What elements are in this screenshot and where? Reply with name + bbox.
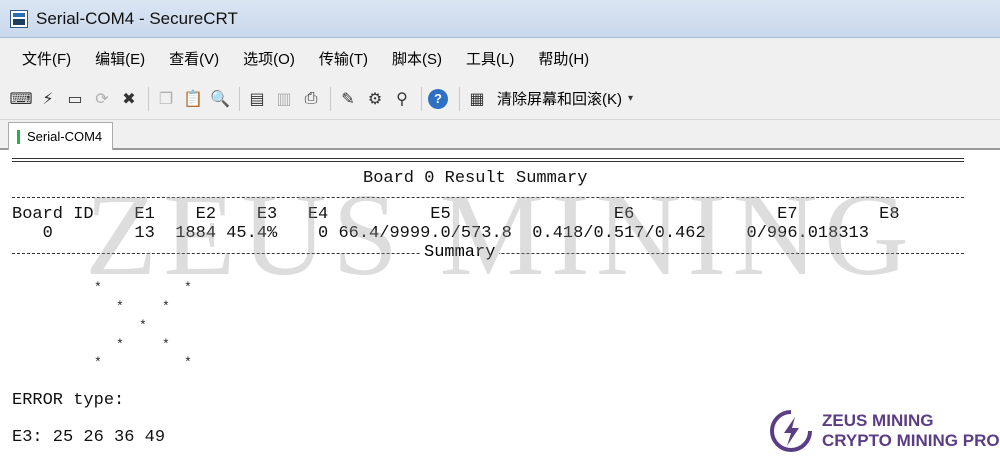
board-result-title: Board 0 Result Summary <box>363 169 588 188</box>
asterisk: * <box>139 318 147 333</box>
menu-file[interactable]: 文件(F) <box>22 48 71 69</box>
asterisk: * <box>94 280 102 295</box>
asterisk: * <box>184 355 192 370</box>
print-selection-icon[interactable]: ▥ <box>273 88 295 110</box>
menu-edit[interactable]: 编辑(E) <box>95 48 145 69</box>
menu-script[interactable]: 脚本(S) <box>392 48 442 69</box>
connection-status-icon <box>17 129 20 144</box>
clear-screen-icon[interactable]: ▦ <box>466 88 488 110</box>
tab-bar: Serial-COM4 <box>0 120 1000 150</box>
session-options-icon[interactable]: ✎ <box>337 88 359 110</box>
summary-label: Summary <box>420 243 500 263</box>
menu-tools[interactable]: 工具(L) <box>466 48 514 69</box>
paste-icon[interactable]: 📋 <box>182 88 204 110</box>
dash-rule <box>12 197 964 198</box>
asterisk: * <box>162 337 170 352</box>
print-icon[interactable]: ⎙ <box>300 88 322 110</box>
toolbar-separator <box>459 86 460 111</box>
clear-screen-button[interactable]: 清除屏幕和回滚(K) <box>497 88 622 109</box>
toolbar-separator <box>148 86 149 111</box>
brand-name: ZEUS MINING <box>822 411 934 430</box>
securecrt-app-icon <box>10 9 28 28</box>
help-icon[interactable]: ? <box>428 88 448 109</box>
error-codes: E3: 25 26 36 49 <box>12 428 166 447</box>
menu-help[interactable]: 帮助(H) <box>538 48 589 69</box>
toolbar-separator <box>421 86 422 111</box>
menu-view[interactable]: 查看(V) <box>169 48 219 69</box>
connect-icon[interactable]: ⌨ <box>9 88 32 110</box>
asterisk: * <box>162 299 170 314</box>
disconnect-icon[interactable]: ✖ <box>118 88 140 110</box>
asterisk: * <box>116 299 124 314</box>
asterisk: * <box>184 280 192 295</box>
copy-icon[interactable]: ❐ <box>155 88 177 110</box>
table-data-row: 0 13 1884 45.4% 0 66.4/9999.0/573.8 0.41… <box>12 224 869 243</box>
reconnect-icon[interactable]: ⟳ <box>91 88 113 110</box>
toolbar: ⌨ ⚡ ▭ ⟳ ✖ ❐ 📋 🔍 ▤ ▥ ⎙ ✎ ⚙ ⚲ ? ▦ 清除屏幕和回滚(… <box>0 78 1000 120</box>
brand-tagline: CRYPTO MINING PRO <box>822 431 1000 450</box>
connect-tab-icon[interactable]: ▭ <box>64 88 86 110</box>
menu-bar: 文件(F) 编辑(E) 查看(V) 选项(O) 传输(T) 脚本(S) 工具(L… <box>0 38 1000 78</box>
print-screen-icon[interactable]: ▤ <box>246 88 268 110</box>
global-options-icon[interactable]: ⚙ <box>364 88 386 110</box>
window-title: Serial-COM4 - SecureCRT <box>36 8 238 28</box>
title-bar: Serial-COM4 - SecureCRT <box>0 0 1000 38</box>
tab-serial-com4[interactable]: Serial-COM4 <box>8 122 114 150</box>
find-icon[interactable]: 🔍 <box>209 88 231 110</box>
asterisk: * <box>94 355 102 370</box>
double-rule <box>12 158 964 162</box>
error-type-label: ERROR type: <box>12 391 125 410</box>
quick-connect-icon[interactable]: ⚡ <box>37 88 59 110</box>
keymap-icon[interactable]: ⚲ <box>391 88 413 110</box>
table-header-row: Board ID E1 E2 E3 E4 E5 E6 E7 E8 <box>12 205 900 224</box>
tab-label: Serial-COM4 <box>27 129 103 144</box>
toolbar-overflow-icon[interactable]: ▾ <box>628 93 633 104</box>
menu-options[interactable]: 选项(O) <box>243 48 295 69</box>
lightning-bolt-icon <box>770 410 812 452</box>
menu-transfer[interactable]: 传输(T) <box>319 48 368 69</box>
toolbar-separator <box>239 86 240 111</box>
asterisk: * <box>116 337 124 352</box>
brand-logo: ZEUS MINING CRYPTO MINING PRO <box>768 408 1000 454</box>
toolbar-separator <box>330 86 331 111</box>
